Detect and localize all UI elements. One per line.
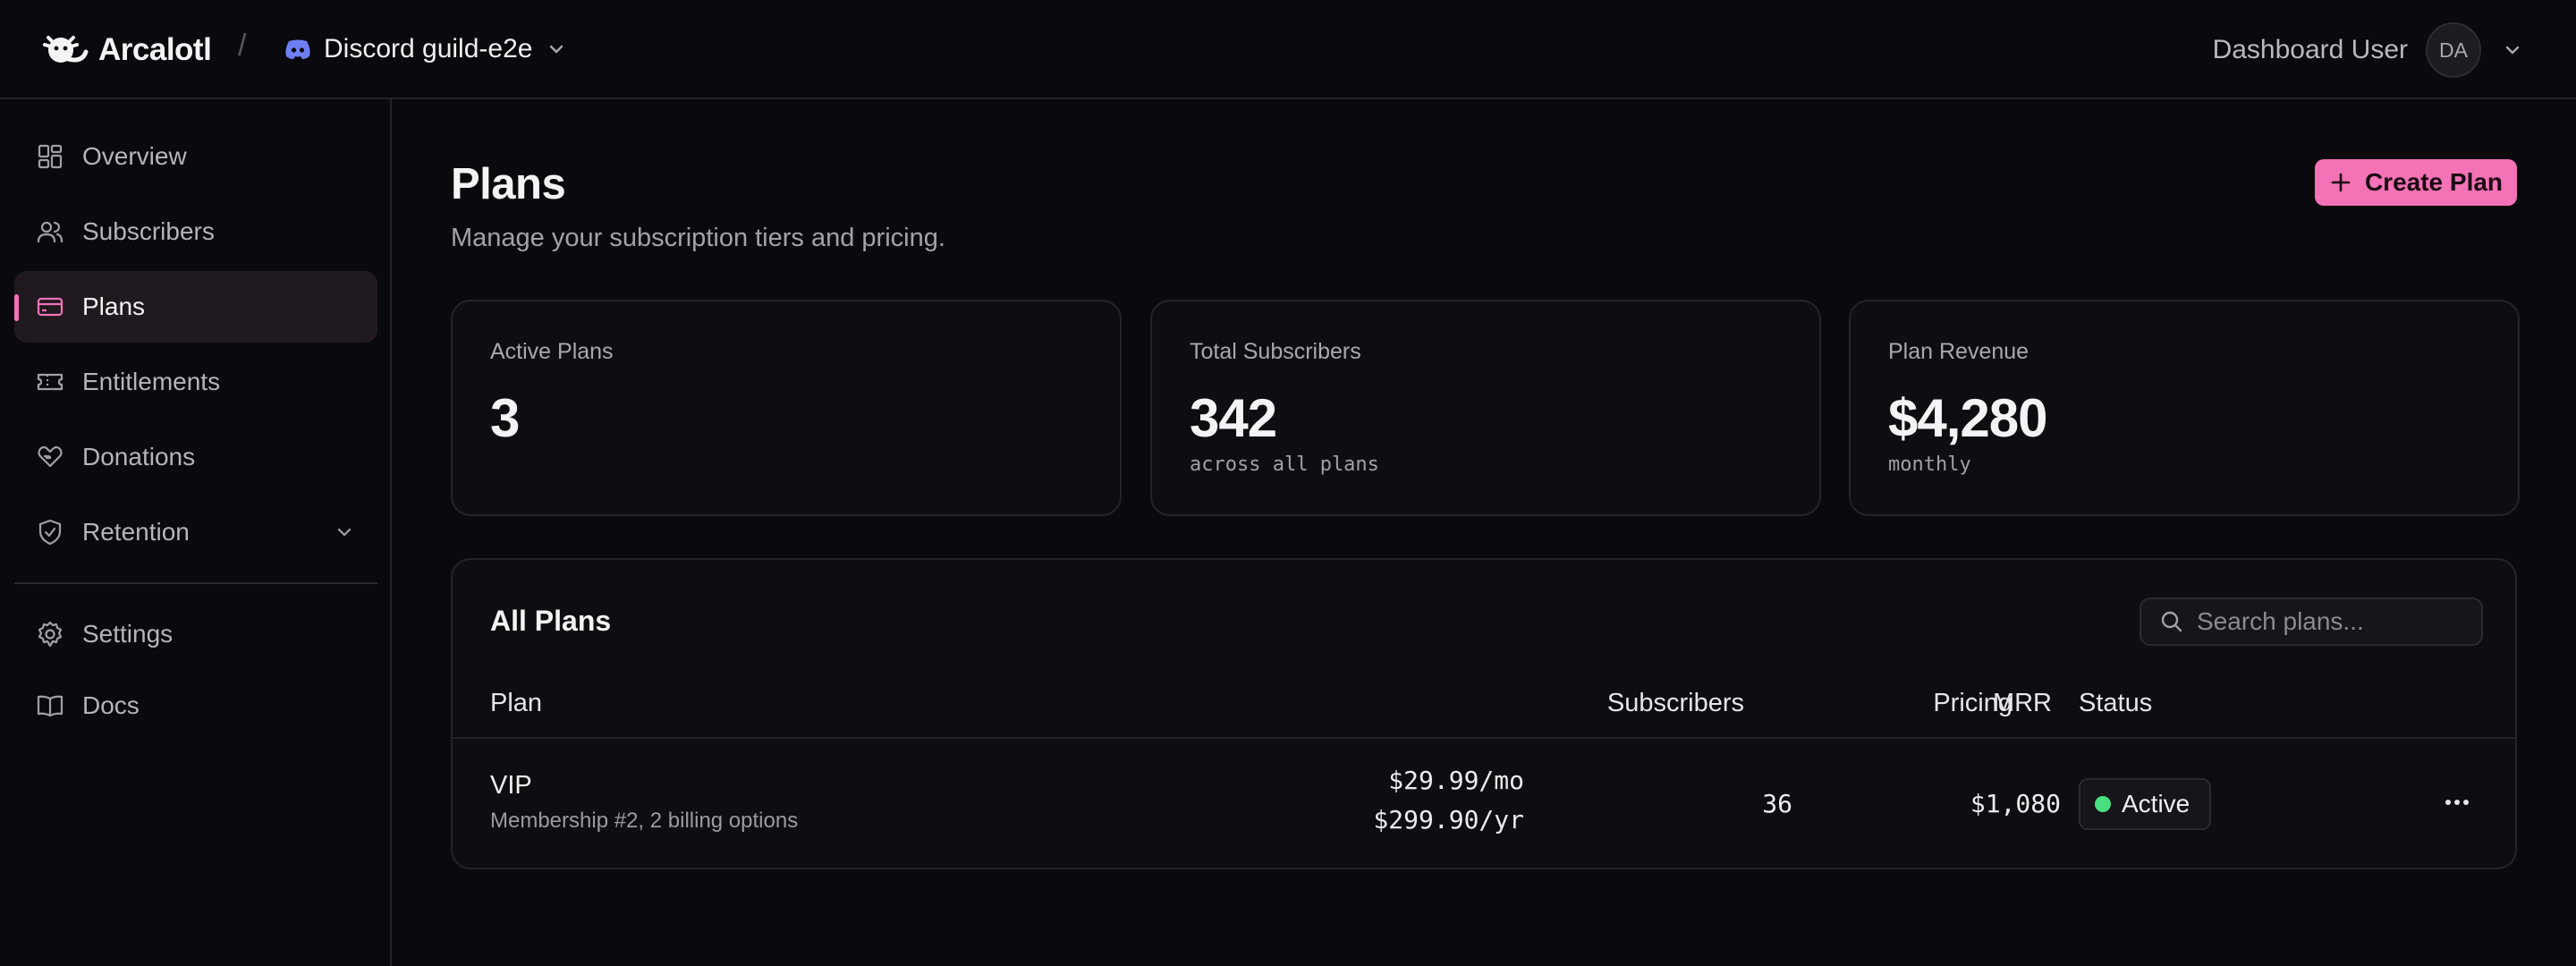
- stat-value: $4,280: [1888, 388, 2048, 448]
- plus-icon: [2331, 173, 2351, 192]
- stat-note: across all plans: [1190, 453, 1379, 476]
- user-menu[interactable]: Dashboard User DA: [2213, 22, 2522, 78]
- stat-label: Total Subscribers: [1190, 339, 1361, 364]
- chevron-down-icon: [337, 528, 352, 537]
- sidebar-item-label: Entitlements: [82, 368, 221, 395]
- create-plan-label: Create Plan: [2364, 168, 2504, 196]
- sidebar-item-label: Settings: [82, 620, 174, 648]
- plans-table: All Plans Plan Pricing Subscribers Statu…: [451, 558, 2517, 869]
- sidebar-item-plans[interactable]: Plans: [14, 271, 377, 343]
- sidebar-item-label: Plans: [82, 292, 146, 320]
- subscriber-count: 36: [1762, 789, 1792, 818]
- sidebar-item-subscribers[interactable]: Subscribers: [14, 196, 377, 267]
- price-monthly: $29.99/mo: [1388, 766, 1524, 795]
- top-header: Arcalotl / Discord guild-e2e Dashboard U…: [0, 0, 2576, 99]
- column-header-mrr[interactable]: MRR: [1993, 689, 2052, 717]
- page-title: Plans: [451, 160, 566, 208]
- guild-switcher[interactable]: Discord guild-e2e: [284, 27, 566, 72]
- sidebar-item-label: Docs: [82, 691, 140, 719]
- discord-icon: [285, 39, 310, 59]
- sidebar-item-label: Retention: [82, 518, 190, 546]
- search-icon: [2161, 611, 2182, 632]
- guild-name: Discord guild-e2e: [324, 34, 533, 64]
- breadcrumb-separator: /: [238, 29, 247, 63]
- table-title: All Plans: [490, 605, 612, 637]
- grid-icon: [38, 144, 63, 169]
- stat-card-active-plans: Active Plans 3: [451, 300, 1122, 516]
- sidebar-item-donations[interactable]: Donations: [14, 421, 377, 493]
- chevron-down-icon: [2505, 46, 2520, 55]
- stat-card-plan-revenue: Plan Revenue $4,280 monthly: [1849, 300, 2520, 516]
- sidebar-divider: [14, 582, 377, 584]
- sidebar-item-settings[interactable]: Settings: [14, 598, 377, 670]
- shield-check-icon: [38, 519, 62, 546]
- stat-card-total-subscribers: Total Subscribers 342 across all plans: [1150, 300, 1821, 516]
- status-badge: Active: [2079, 778, 2211, 830]
- column-header-mrr-wrap: MRR: [1993, 689, 2052, 718]
- plan-description: Membership #2, 2 billing options: [490, 809, 799, 833]
- mrr-value: $1,080: [1970, 789, 2061, 818]
- sidebar-item-overview[interactable]: Overview: [14, 121, 377, 192]
- stat-value: 342: [1190, 388, 1277, 448]
- sidebar-item-docs[interactable]: Docs: [14, 670, 377, 741]
- brand-name: Arcalotl: [98, 32, 212, 67]
- stat-value: 3: [490, 388, 520, 448]
- status-dot-icon: [2095, 796, 2111, 812]
- avatar: DA: [2426, 22, 2481, 78]
- stat-label: Active Plans: [490, 339, 614, 364]
- column-header-status[interactable]: Status: [2079, 689, 2152, 718]
- stat-label: Plan Revenue: [1888, 339, 2029, 364]
- status-label: Active: [2122, 790, 2190, 818]
- brand-logo[interactable]: Arcalotl: [41, 29, 212, 72]
- page-subtitle: Manage your subscription tiers and prici…: [451, 224, 945, 252]
- users-icon: [37, 221, 64, 243]
- search-input[interactable]: [2197, 607, 2474, 636]
- sidebar-item-label: Overview: [82, 142, 187, 170]
- sidebar-item-retention[interactable]: Retention: [14, 496, 377, 568]
- more-horizontal-icon: [2445, 800, 2469, 805]
- row-actions-button[interactable]: [2440, 789, 2474, 816]
- create-plan-button[interactable]: Create Plan: [2315, 159, 2517, 206]
- sidebar-item-entitlements[interactable]: Entitlements: [14, 346, 377, 418]
- column-header-subscribers[interactable]: Subscribers: [1607, 689, 1744, 718]
- sidebar: Overview Subscribers Plans Entitlements …: [0, 99, 392, 966]
- sidebar-item-label: Donations: [82, 443, 196, 470]
- book-icon: [37, 695, 64, 717]
- search-box[interactable]: [2140, 597, 2483, 646]
- heart-hand-icon: [38, 445, 63, 468]
- credit-card-icon: [37, 297, 64, 317]
- stat-note: monthly: [1888, 453, 1971, 476]
- plan-name: VIP: [490, 771, 532, 800]
- axolotl-logo-icon: [43, 36, 89, 63]
- column-header-plan[interactable]: Plan: [490, 689, 542, 718]
- table-row[interactable]: VIP Membership #2, 2 billing options $29…: [453, 739, 2515, 868]
- chevron-down-icon: [550, 45, 564, 54]
- price-yearly: $299.90/yr: [1373, 805, 1524, 835]
- sidebar-item-label: Subscribers: [82, 217, 215, 245]
- ticket-icon: [37, 373, 64, 391]
- gear-icon: [38, 621, 63, 648]
- user-name: Dashboard User: [2212, 35, 2408, 64]
